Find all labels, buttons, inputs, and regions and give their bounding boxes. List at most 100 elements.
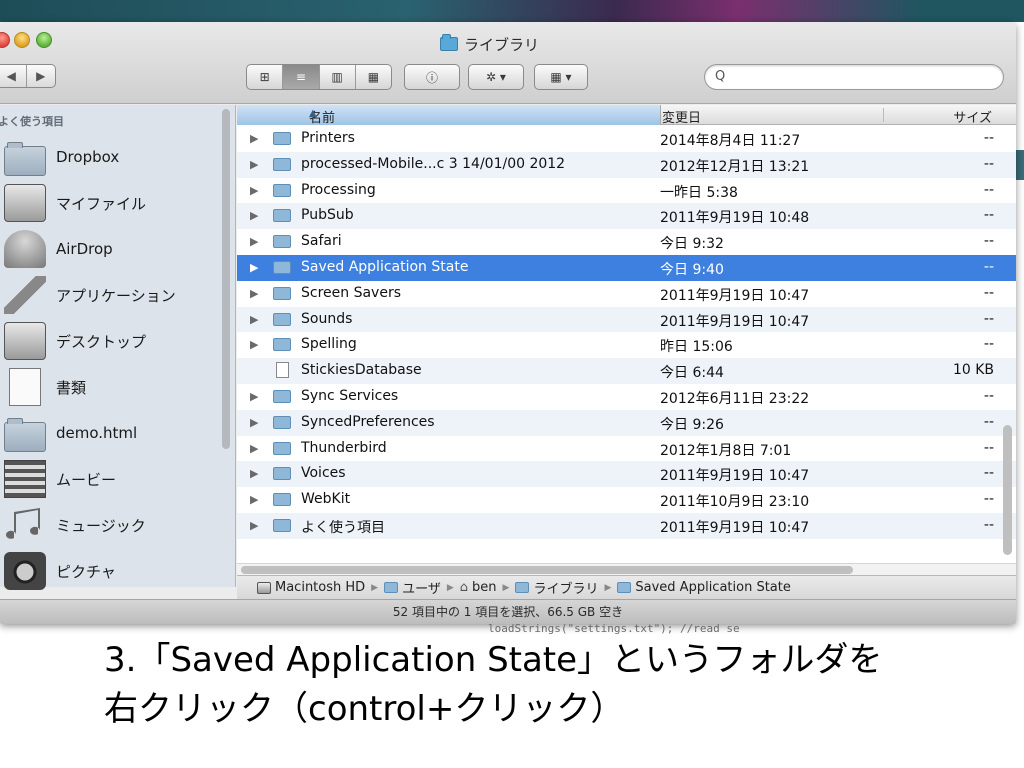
column-header-date[interactable]: 変更日 (662, 107, 701, 126)
row-size: -- (983, 284, 994, 301)
row-size: -- (983, 387, 994, 404)
path-library[interactable]: ライブラリ (533, 578, 598, 597)
row-size: -- (983, 439, 994, 456)
path-users[interactable]: ユーザ (402, 578, 441, 597)
column-view-button[interactable]: ▥ (318, 65, 355, 89)
folder-icon (273, 493, 291, 507)
column-header-size[interactable]: サイズ (953, 107, 992, 126)
row-size: -- (983, 336, 994, 353)
disclosure-triangle-icon[interactable]: ▶ (250, 261, 258, 274)
table-row[interactable]: ▶ Saved Application State 今日 9:40 -- (237, 254, 1016, 281)
titlebar: ライブラリ ◀ ▶ ⊞ ≡ ▥ ▦ ⓘ ✲ ▾ ▦ ▾ Q (0, 22, 1016, 104)
table-row[interactable]: ▶ Processing 一昨日 5:38 -- (237, 178, 1016, 204)
window-title-text: ライブラリ (464, 35, 540, 54)
sidebar-item-demo-html[interactable]: demo.html (4, 413, 224, 453)
table-row[interactable]: ▶ WebKit 2011年10月9日 23:10 -- (237, 487, 1016, 513)
table-row[interactable]: ▶ Safari 今日 9:32 -- (237, 229, 1016, 255)
row-name: Spelling (301, 336, 357, 353)
movies-icon (4, 460, 46, 498)
disclosure-triangle-icon[interactable]: ▶ (250, 235, 258, 248)
sidebar-item-music[interactable]: ミュージック (4, 505, 224, 545)
table-row[interactable]: ▶ processed-Mobile...c 3 14/01/00 2012 201… (237, 151, 1016, 178)
row-size: -- (983, 155, 994, 172)
sidebar-item-label: AirDrop (56, 240, 113, 258)
disclosure-triangle-icon[interactable]: ▶ (250, 158, 258, 171)
sidebar-item-applications[interactable]: アプリケーション (4, 275, 224, 315)
row-size: -- (983, 310, 994, 327)
path-disk[interactable]: Macintosh HD (275, 580, 365, 595)
search-field[interactable]: Q (704, 64, 1004, 90)
library-folder-icon (440, 34, 458, 51)
sidebar-item-airdrop[interactable]: AirDrop (4, 229, 224, 269)
list-view-button[interactable]: ≡ (282, 65, 319, 89)
table-row[interactable]: ▶ Printers 2014年8月4日 11:27 -- (237, 126, 1016, 152)
row-size: -- (983, 413, 994, 430)
table-row[interactable]: ▶ Sync Services 2012年6月11日 23:22 -- (237, 384, 1016, 410)
table-row[interactable]: ▶ Thunderbird 2012年1月8日 7:01 -- (237, 436, 1016, 462)
table-row[interactable]: ▶ Screen Savers 2011年9月19日 10:47 -- (237, 281, 1016, 307)
sidebar-item-pictures[interactable]: ピクチャ (4, 551, 224, 591)
path-separator-icon: ▶ (604, 582, 612, 593)
row-size: -- (983, 207, 994, 224)
sidebar-item-label: マイファイル (56, 194, 147, 213)
back-button[interactable]: ◀ (0, 65, 26, 87)
row-size: -- (983, 130, 994, 146)
vertical-scrollbar[interactable] (1003, 425, 1012, 555)
row-name: Printers (301, 130, 355, 146)
icon-view-button[interactable]: ⊞ (247, 65, 282, 89)
disclosure-triangle-icon[interactable]: ▶ (250, 287, 258, 300)
close-button[interactable] (0, 32, 10, 48)
disclosure-triangle-icon[interactable]: ▶ (250, 519, 258, 532)
disclosure-triangle-icon[interactable]: ▶ (250, 390, 258, 403)
folder-icon (273, 312, 291, 326)
folder-icon (273, 467, 291, 481)
coverflow-view-button[interactable]: ▦ (354, 65, 391, 89)
disclosure-triangle-icon[interactable]: ▶ (250, 132, 258, 145)
quick-look-button[interactable]: ⓘ (404, 64, 460, 90)
folder-icon (273, 441, 291, 455)
zoom-button[interactable] (36, 32, 52, 48)
row-size: -- (983, 181, 994, 198)
documents-icon (9, 368, 41, 406)
disclosure-triangle-icon[interactable]: ▶ (250, 313, 258, 326)
disclosure-triangle-icon[interactable]: ▶ (250, 416, 258, 429)
sidebar-item-dropbox[interactable]: Dropbox (4, 137, 224, 177)
sidebar-item-documents[interactable]: 書類 (4, 367, 224, 407)
minimize-button[interactable] (14, 32, 30, 48)
background-code-snippet: loadStrings("settings.txt"); //read se (488, 622, 740, 635)
disclosure-triangle-icon[interactable]: ▶ (250, 493, 258, 506)
row-name: Sync Services (301, 387, 399, 404)
horizontal-scrollbar[interactable] (241, 566, 853, 574)
action-menu-button[interactable]: ✲ ▾ (468, 64, 524, 90)
disclosure-triangle-icon[interactable]: ▶ (250, 184, 258, 197)
table-row[interactable]: ▶ SyncedPreferences 今日 9:26 -- (237, 409, 1016, 436)
row-date: 今日 9:32 (660, 236, 724, 253)
disclosure-triangle-icon[interactable]: ▶ (250, 338, 258, 351)
table-row[interactable]: ▶ PubSub 2011年9月19日 10:48 -- (237, 203, 1016, 230)
table-row[interactable]: ▶ Sounds 2011年9月19日 10:47 -- (237, 306, 1016, 333)
music-icon (4, 506, 46, 544)
path-current[interactable]: Saved Application State (635, 580, 790, 595)
arrange-menu-button[interactable]: ▦ ▾ (534, 64, 588, 90)
forward-button[interactable]: ▶ (25, 65, 56, 87)
row-date: 2014年8月4日 11:27 (660, 133, 801, 149)
row-date: 2011年10月9日 23:10 (660, 494, 810, 511)
column-header-name[interactable]: 名前 ▲ (237, 105, 661, 126)
path-home[interactable]: ben (472, 580, 497, 595)
sidebar-item-label: デスクトップ (56, 332, 147, 351)
sidebar-item-myfiles[interactable]: マイファイル (4, 183, 224, 223)
table-row[interactable]: ▶ Spelling 昨日 15:06 -- (237, 332, 1016, 358)
disclosure-triangle-icon[interactable]: ▶ (250, 467, 258, 480)
sidebar-item-desktop[interactable]: デスクトップ (4, 321, 224, 361)
sidebar-item-movies[interactable]: ムービー (4, 459, 224, 499)
table-row[interactable]: StickiesDatabase 今日 6:44 10 KB (237, 358, 1016, 384)
folder-icon (273, 132, 291, 145)
table-row[interactable]: ▶ Voices 2011年9月19日 10:47 -- (237, 461, 1016, 488)
disclosure-triangle-icon[interactable]: ▶ (250, 442, 258, 455)
folder-icon (273, 260, 291, 274)
slide-caption: 3.「Saved Application State」というフォルダを 右クリッ… (104, 636, 882, 734)
disclosure-triangle-icon[interactable]: ▶ (250, 209, 258, 222)
row-size: -- (983, 233, 994, 250)
table-row[interactable]: ▶ よく使う項目 2011年9月19日 10:47 -- (237, 512, 1016, 539)
row-date: 2011年9月19日 10:47 (660, 313, 810, 330)
